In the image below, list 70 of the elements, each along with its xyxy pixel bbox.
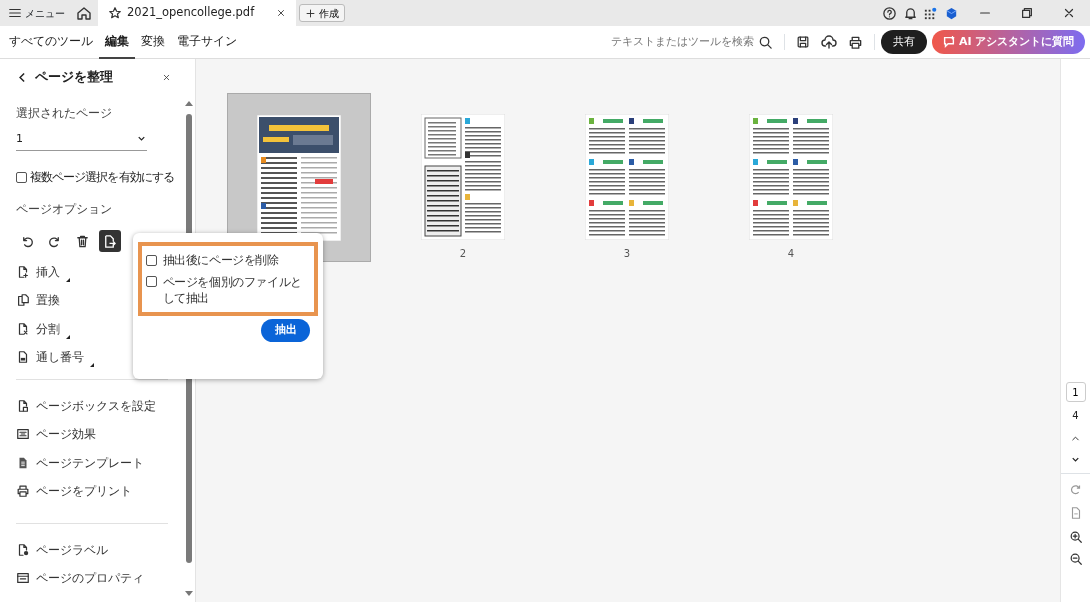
menu-button[interactable]: メニュー [2, 2, 71, 24]
upload-icon[interactable] [821, 34, 838, 50]
star-icon[interactable] [107, 6, 122, 20]
page-number: 2 [459, 247, 467, 261]
rotate-icon[interactable] [1068, 482, 1083, 496]
chat-plus-icon [942, 35, 957, 49]
submenu-corner-icon [90, 363, 94, 368]
toolbar-tab[interactable]: すべてのツール [2, 25, 99, 59]
page-arrow-icon [102, 233, 117, 249]
ai-assistant-button[interactable]: AI アシスタントに質問 [932, 30, 1085, 54]
checkbox-option[interactable]: 抽出後にページを削除 [146, 252, 310, 268]
menu-icon [8, 6, 23, 20]
section-label: ページオプション [16, 201, 113, 219]
close-icon[interactable] [1062, 6, 1076, 20]
page-number: 3 [623, 247, 631, 261]
page-thumbnail[interactable] [585, 114, 669, 240]
menu-item[interactable]: ページボックスを設定 [16, 392, 184, 421]
checkbox[interactable] [146, 254, 157, 266]
menu-item[interactable]: ページテンプレート [16, 448, 184, 477]
search-icon[interactable] [758, 34, 774, 50]
page-badge-icon [16, 542, 30, 557]
checkbox[interactable] [146, 276, 157, 288]
field-label: 選択されたページ [16, 105, 113, 123]
tab-title: 2021_opencollege.pdf [127, 4, 255, 22]
trash-icon [74, 233, 90, 249]
home-icon[interactable] [76, 5, 92, 21]
page-thumbnail[interactable] [749, 114, 833, 240]
tool-button[interactable] [98, 230, 121, 253]
bell-icon[interactable] [902, 5, 918, 21]
page-number-icon [16, 350, 30, 364]
page-thumbnail[interactable] [421, 114, 505, 240]
page-box-icon [16, 399, 30, 414]
film-icon [16, 427, 30, 442]
checkbox[interactable] [16, 171, 27, 183]
page-number-field[interactable]: 1 [1065, 382, 1086, 402]
page-number: 4 [787, 247, 795, 261]
zoom-in-icon[interactable] [1068, 530, 1083, 544]
close-icon[interactable] [162, 73, 172, 83]
apps-icon[interactable] [923, 5, 938, 21]
panel-title: ページを整理 [34, 68, 114, 87]
close-icon[interactable] [276, 8, 287, 18]
page-count: 4 [1072, 409, 1079, 423]
page-dropdown[interactable]: 1 [16, 127, 147, 152]
print-icon[interactable] [848, 34, 864, 50]
zoom-out-icon[interactable] [1068, 552, 1083, 566]
page-plus-icon [16, 265, 30, 280]
page-x-icon [16, 321, 30, 336]
submenu-corner-icon [66, 278, 70, 283]
checkbox-option[interactable]: 複数ページ選択を有効にする [16, 168, 184, 187]
page-thumbnail[interactable] [257, 115, 341, 241]
page-properties-icon [16, 571, 30, 586]
menu-item[interactable]: ページラベル [16, 535, 184, 564]
checkbox-option[interactable]: ページを個別のファイルとして抽出 [146, 273, 310, 306]
menu-item[interactable]: ページ効果 [16, 420, 184, 449]
search-field[interactable]: テキストまたはツールを検索 [605, 33, 756, 51]
help-icon[interactable] [882, 5, 897, 21]
extract-button[interactable]: 抽出 [261, 318, 310, 342]
submenu-corner-icon [66, 334, 70, 339]
toolbar-tab[interactable]: 変換 [134, 25, 171, 59]
plus-icon [304, 7, 316, 19]
create-button[interactable]: 作成 [298, 4, 345, 22]
pages-icon [16, 293, 30, 308]
document-tab[interactable]: 2021_opencollege.pdf [97, 0, 297, 26]
share-button[interactable]: 共有 [880, 30, 927, 54]
toolbar-tab[interactable]: 電子サイン [170, 25, 243, 59]
menu-item[interactable]: ページをプリント [16, 476, 184, 506]
menu-item[interactable]: ページのプロパティ [16, 564, 184, 593]
save-icon[interactable] [796, 35, 811, 49]
printer-icon [16, 483, 30, 498]
restore-icon[interactable] [1020, 6, 1034, 20]
